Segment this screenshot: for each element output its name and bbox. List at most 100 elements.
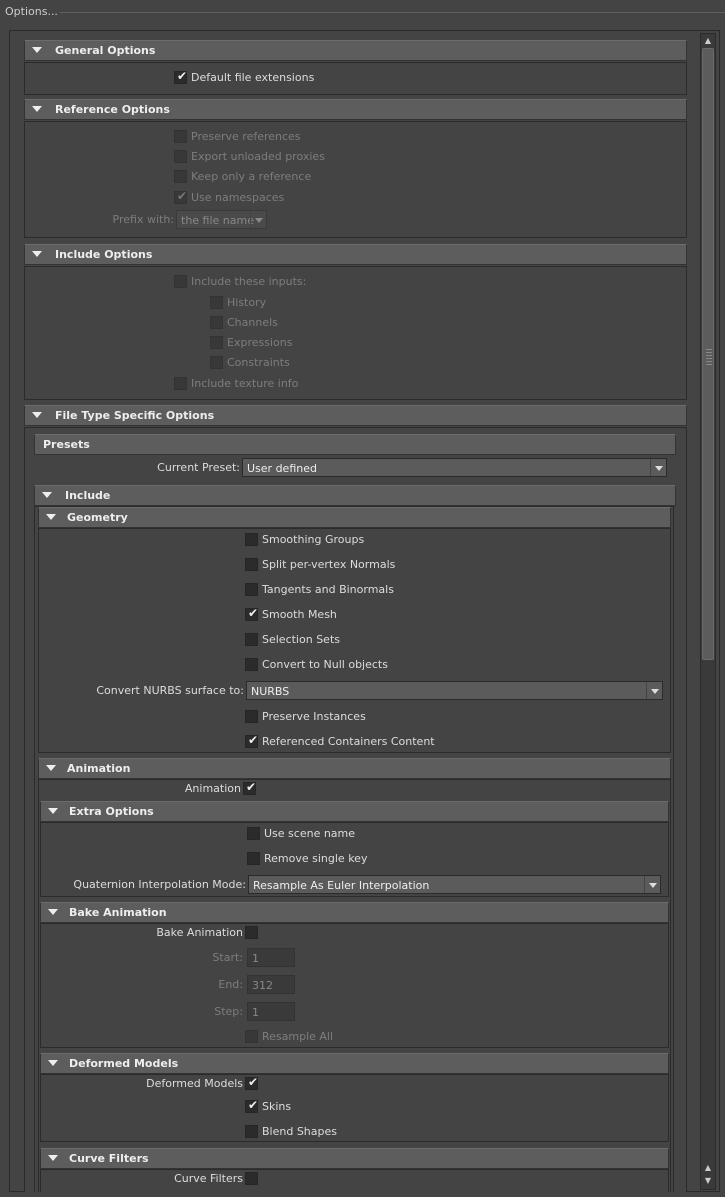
referenced-containers-label: Referenced Containers Content [262,735,435,748]
split-normals-label: Split per-vertex Normals [262,558,396,571]
smoothing-groups-checkbox[interactable] [245,533,258,546]
start-value: 1 [252,952,259,965]
section-header-include-options[interactable]: Include Options [24,244,687,265]
use-namespaces-checkbox[interactable]: ✔ [174,189,187,204]
bake-animation-checkbox[interactable] [245,926,258,939]
chevron-down-icon [646,682,662,699]
remove-single-key-checkbox[interactable] [247,852,260,865]
bake-animation-box [40,923,669,1048]
smooth-mesh-checkbox[interactable]: ✔ [245,606,259,621]
include-inputs-checkbox[interactable] [174,275,187,288]
tangents-binormals-label: Tangents and Binormals [262,583,394,596]
channels-label: Channels [227,316,278,329]
export-unloaded-proxies-label: Export unloaded proxies [191,150,325,163]
expressions-checkbox[interactable] [210,336,223,349]
constraints-checkbox[interactable] [210,356,223,369]
preserve-instances-checkbox[interactable] [245,710,258,723]
use-scene-name-label: Use scene name [264,827,356,840]
collapse-triangle-icon [32,412,42,418]
section-header-include[interactable]: Include [34,485,676,506]
section-title: File Type Specific Options [55,409,215,422]
keep-only-reference-checkbox[interactable] [174,170,187,183]
preserve-references-label: Preserve references [191,130,301,143]
collapse-triangle-icon [48,1060,58,1066]
section-header-reference[interactable]: Reference Options [24,99,687,120]
section-title: Deformed Models [69,1057,179,1070]
section-header-bake-animation[interactable]: Bake Animation [40,902,669,923]
tangents-binormals-checkbox[interactable] [245,583,258,596]
scroll-down-icon[interactable]: ▼ [703,1176,713,1186]
collapse-triangle-icon [48,1155,58,1161]
expressions-label: Expressions [227,336,293,349]
scroll-up-bottom-icon[interactable]: ▲ [703,1163,713,1173]
checkmark-icon: ✔ [248,1098,259,1112]
chevron-down-icon [650,459,666,476]
section-header-curve-filters[interactable]: Curve Filters [40,1148,669,1169]
deformed-models-checkbox[interactable]: ✔ [245,1075,259,1090]
history-label: History [227,296,267,309]
blend-shapes-label: Blend Shapes [262,1125,337,1138]
convert-null-checkbox[interactable] [245,658,258,671]
chevron-down-icon [644,876,660,893]
preserve-references-checkbox[interactable] [174,130,187,143]
section-title: General Options [55,44,156,57]
prefix-with-dropdown[interactable]: the file name [176,210,267,229]
default-file-extensions-label: Default file extensions [191,71,315,84]
include-texture-checkbox[interactable] [174,377,187,390]
start-label: Start: [212,951,243,964]
animation-label: Animation [184,782,241,795]
section-title: Bake Animation [69,906,167,919]
section-header-presets: Presets [34,434,676,455]
vertical-scrollbar[interactable]: ▲ ▲ ▼ [700,33,716,1190]
resample-all-checkbox[interactable] [245,1030,258,1043]
end-value: 312 [252,979,273,992]
current-preset-dropdown[interactable]: User defined [242,458,667,477]
section-header-general[interactable]: General Options [24,40,687,61]
end-field[interactable]: 312 [247,975,295,994]
split-normals-checkbox[interactable] [245,558,258,571]
section-header-geometry[interactable]: Geometry [38,507,671,528]
dropdown-value: Resample As Euler Interpolation [253,879,430,892]
scroll-thumb[interactable] [702,48,714,660]
animation-checkbox[interactable]: ✔ [243,780,256,795]
step-field[interactable]: 1 [247,1002,295,1021]
export-unloaded-proxies-checkbox[interactable] [174,150,187,163]
convert-nurbs-dropdown[interactable]: NURBS [246,681,663,700]
section-header-animation[interactable]: Animation [38,758,671,779]
start-field[interactable]: 1 [247,948,295,967]
include-options-box [24,266,687,400]
collapse-triangle-icon [46,765,56,771]
section-header-deformed-models[interactable]: Deformed Models [40,1053,669,1074]
checkmark-icon: ✔ [248,1075,259,1089]
quaternion-mode-dropdown[interactable]: Resample As Euler Interpolation [248,875,661,894]
constraints-label: Constraints [227,356,290,369]
channels-checkbox[interactable] [210,316,223,329]
collapse-triangle-icon [48,808,58,814]
use-scene-name-checkbox[interactable] [247,827,260,840]
checkmark-icon: ✔ [248,606,259,620]
collapse-triangle-icon [42,492,52,498]
smoothing-groups-label: Smoothing Groups [262,533,365,546]
default-file-extensions-checkbox[interactable]: ✔ [174,69,187,84]
referenced-containers-checkbox[interactable]: ✔ [245,733,258,748]
section-title: Include [65,489,111,502]
general-options-box [24,62,687,95]
selection-sets-label: Selection Sets [262,633,340,646]
window-title: Options... [5,5,58,18]
section-title: Geometry [67,511,128,524]
scroll-up-icon[interactable]: ▲ [703,36,713,46]
section-title: Include Options [55,248,153,261]
dropdown-value: User defined [247,462,317,475]
deformed-models-label: Deformed Models [146,1077,243,1090]
current-preset-label: Current Preset: [157,461,240,474]
options-content: General Options ✔ Default file extension… [14,38,695,1192]
skins-checkbox[interactable]: ✔ [245,1098,259,1113]
history-checkbox[interactable] [210,296,223,309]
blend-shapes-checkbox[interactable] [245,1125,258,1138]
section-header-file-type[interactable]: File Type Specific Options [24,405,687,426]
selection-sets-checkbox[interactable] [245,633,258,646]
section-title: Presets [43,438,90,451]
title-divider [60,12,725,13]
section-header-extra-options[interactable]: Extra Options [40,801,669,822]
curve-filters-checkbox[interactable] [245,1172,258,1185]
